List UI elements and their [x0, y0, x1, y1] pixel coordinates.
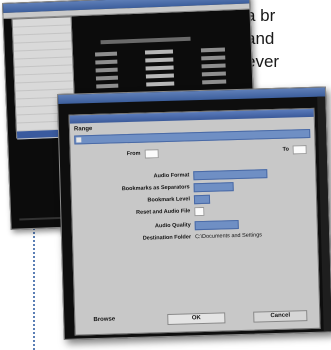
bookmarks-label: Bookmarks as Separators	[121, 184, 190, 193]
background-caption	[100, 36, 191, 45]
destination-path: C:\Documents and Settings	[194, 232, 263, 241]
background-column	[94, 51, 119, 93]
background-column	[144, 49, 175, 90]
background-column	[200, 47, 227, 88]
from-field[interactable]	[144, 149, 159, 159]
reset-checkbox[interactable]	[194, 206, 205, 217]
side-text-fragment: a br and ever	[246, 4, 331, 73]
audio-format-label: Audio Format	[153, 172, 190, 180]
reset-label: Reset and Audio File	[136, 208, 191, 216]
side-text-line: and	[246, 29, 275, 48]
audio-quality-select[interactable]	[194, 219, 239, 231]
export-dialog: Range From To Audio Format Bookmarks as …	[68, 107, 321, 336]
side-text-line: a br	[246, 6, 276, 25]
foreground-screenshot: Range From To Audio Format Bookmarks as …	[57, 86, 331, 340]
ok-button[interactable]: OK	[167, 312, 226, 326]
to-label: To	[282, 146, 290, 153]
browse-button[interactable]: Browse	[89, 315, 119, 325]
range-label: Range	[73, 126, 93, 133]
dialog-titlebar	[69, 108, 314, 124]
from-label: From	[126, 150, 141, 158]
bookmark-level-label: Bookmark Level	[147, 196, 191, 204]
range-slider-handle[interactable]	[76, 137, 82, 143]
to-field[interactable]	[292, 145, 307, 155]
audio-quality-label: Audio Quality	[154, 222, 191, 230]
bookmarks-select[interactable]	[193, 182, 234, 193]
range-slider[interactable]	[74, 128, 311, 145]
destination-label: Destination Folder	[142, 234, 192, 242]
audio-format-select[interactable]	[193, 169, 268, 181]
bookmark-level-select[interactable]	[193, 194, 211, 205]
side-text-line: ever	[246, 52, 280, 71]
cancel-button[interactable]: Cancel	[253, 310, 308, 323]
